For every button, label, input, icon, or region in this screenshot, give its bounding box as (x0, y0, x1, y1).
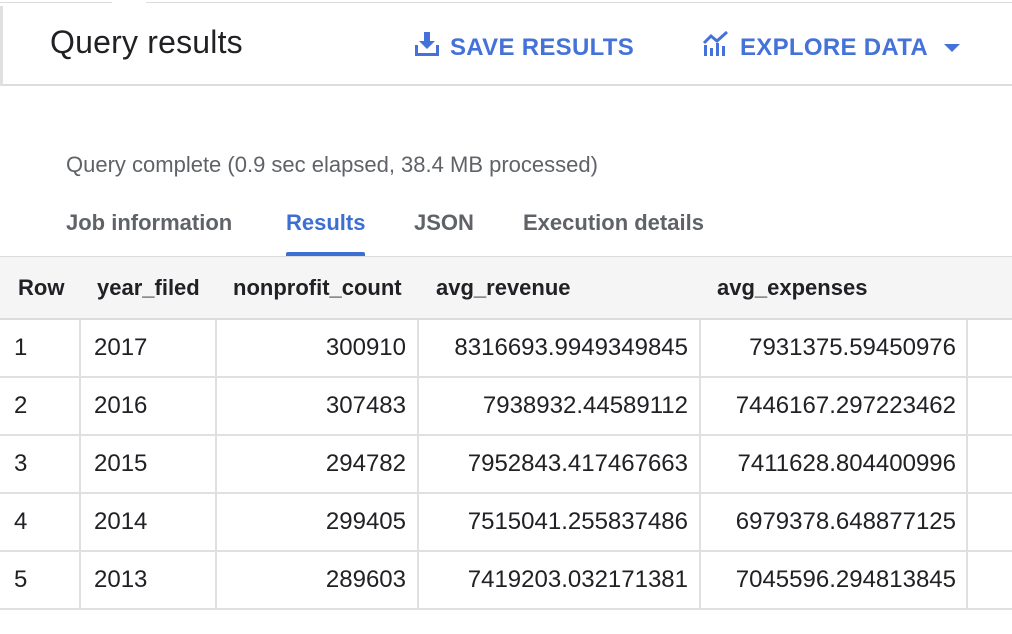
table-row: 5 2013 289603 7419203.032171381 7045596.… (0, 552, 1012, 610)
cell-avg-expenses: 7411628.804400996 (737, 450, 956, 477)
cell-nonprofit-count: 289603 (325, 566, 406, 593)
cell-row-number: 5 (14, 566, 28, 593)
column-divider (215, 320, 217, 610)
cell-nonprofit-count: 294782 (325, 450, 406, 477)
cell-year-filed: 2015 (94, 450, 148, 477)
cell-year-filed: 2014 (94, 508, 148, 535)
column-header-nonprofit-count[interactable]: nonprofit_count (233, 257, 402, 319)
cell-row-number: 2 (14, 392, 28, 419)
cell-avg-revenue: 7515041.255837486 (467, 508, 688, 535)
query-status: Query complete (0.9 sec elapsed, 38.4 MB… (66, 152, 598, 177)
cell-year-filed: 2013 (94, 566, 148, 593)
explore-data-button[interactable]: EXPLORE DATA (702, 30, 928, 65)
cell-row-number: 1 (14, 334, 28, 361)
column-header-avg-expenses[interactable]: avg_expenses (717, 257, 867, 319)
column-divider (966, 320, 968, 610)
column-divider (699, 320, 701, 610)
cell-nonprofit-count: 300910 (325, 334, 406, 361)
cell-avg-revenue: 7952843.417467663 (467, 450, 688, 477)
cell-avg-revenue: 8316693.9949349845 (454, 334, 688, 361)
chart-icon (702, 30, 730, 65)
cell-avg-revenue: 7938932.44589112 (482, 392, 688, 419)
save-results-label: SAVE RESULTS (450, 33, 635, 61)
tab-json[interactable]: JSON (414, 210, 474, 256)
explore-data-label: EXPLORE DATA (740, 33, 929, 61)
table-row: 2 2016 307483 7938932.44589112 7446167.2… (0, 378, 1012, 436)
column-header-year-filed[interactable]: year_filed (97, 257, 200, 319)
cell-nonprofit-count: 299405 (325, 508, 406, 535)
cell-avg-expenses: 7931375.59450976 (749, 334, 956, 361)
tab-results[interactable]: Results (286, 210, 366, 256)
top-divider-right (146, 2, 1012, 3)
tab-execution-details[interactable]: Execution details (523, 210, 704, 256)
cell-year-filed: 2016 (94, 392, 148, 419)
cell-avg-expenses: 7446167.297223462 (735, 392, 956, 419)
results-header: Query results SAVE RESULTS EXPLORE DATA (0, 6, 1012, 86)
column-header-avg-revenue[interactable]: avg_revenue (436, 257, 571, 319)
column-divider (79, 320, 81, 610)
table-row: 1 2017 300910 8316693.9949349845 7931375… (0, 320, 1012, 378)
column-divider (417, 320, 419, 610)
cell-avg-expenses: 6979378.648877125 (735, 508, 956, 535)
page-title: Query results (50, 24, 243, 60)
download-icon (414, 30, 440, 65)
table-row: 3 2015 294782 7952843.417467663 7411628.… (0, 436, 1012, 494)
tab-job-information[interactable]: Job information (66, 210, 232, 256)
cell-row-number: 3 (14, 450, 28, 477)
cell-nonprofit-count: 307483 (325, 392, 406, 419)
cell-row-number: 4 (14, 508, 28, 535)
cell-year-filed: 2017 (94, 334, 148, 361)
column-header-row[interactable]: Row (18, 257, 64, 319)
save-results-button[interactable]: SAVE RESULTS (414, 30, 634, 65)
header-left-border (0, 6, 3, 86)
cell-avg-expenses: 7045596.294813845 (735, 566, 956, 593)
top-divider-left (0, 2, 112, 3)
cell-avg-revenue: 7419203.032171381 (467, 566, 688, 593)
caret-down-icon[interactable] (944, 44, 960, 52)
table-header: Row year_filed nonprofit_count avg_reven… (0, 256, 1012, 320)
table-row: 4 2014 299405 7515041.255837486 6979378.… (0, 494, 1012, 552)
